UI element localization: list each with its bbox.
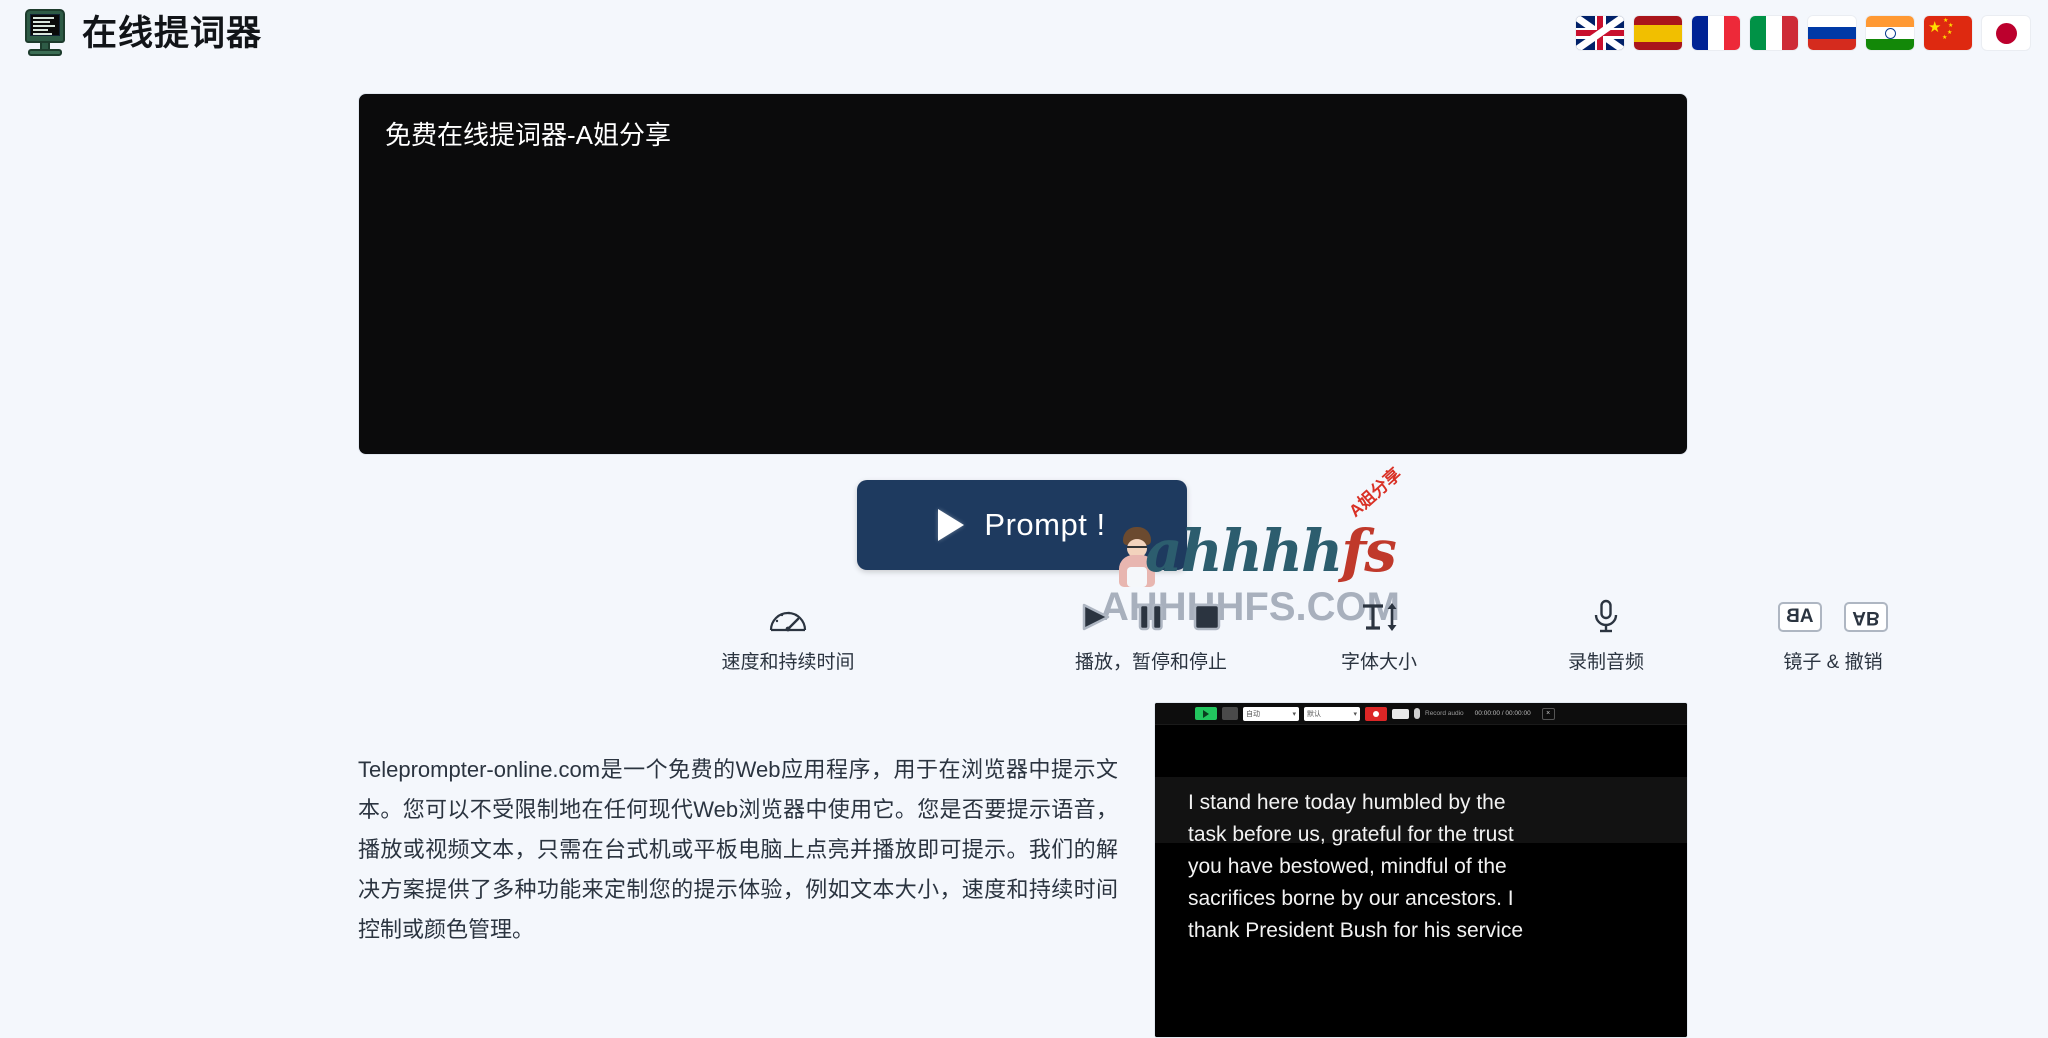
toolbar-group-record-audio: 录制音频 (1496, 595, 1716, 674)
video-select-1[interactable]: 自动 ▾ (1243, 706, 1299, 721)
video-line: task before us, grateful for the trust (1188, 822, 1514, 846)
toolbar-group-playback: 播放，暂停和停止 (1001, 595, 1301, 674)
toolbar-group-font-size: 字体大小 (1269, 595, 1489, 674)
microphone-icon[interactable] (1414, 708, 1420, 719)
mirror-vertical-icon[interactable]: AB (1844, 602, 1888, 632)
toolbar-caption-mirror-undo: 镜子 & 撤销 (1783, 652, 1883, 673)
mirror-horizontal-label: AB (1786, 606, 1814, 627)
flag-china[interactable]: ★ ★ ★ ★ ★ (1924, 16, 1972, 50)
play-icon (938, 509, 965, 541)
chevron-down-icon: ▾ (1292, 710, 1296, 718)
speedometer-icon[interactable] (768, 600, 808, 634)
play-icon[interactable] (1078, 600, 1112, 634)
video-line: I stand here today humbled by the (1188, 791, 1506, 814)
site-header: 在线提词器 ★ ★ ★ ★ ★ (0, 0, 2048, 66)
video-time-text: 00:00:00 / 00:00:00 (1474, 710, 1531, 717)
watermark-cn-tag: A姐分享 (1345, 464, 1406, 521)
record-icon[interactable] (1365, 706, 1387, 721)
video-select-2-value: 默认 (1307, 710, 1321, 718)
monitor-icon (22, 9, 68, 57)
video-preview-toolbar: 自动 ▾ 默认 ▾ Record audio 00:00:00 / 00:00:… (1155, 703, 1687, 725)
flag-uk[interactable] (1576, 16, 1624, 50)
toolbar-caption-playback: 播放，暂停和停止 (1074, 652, 1227, 673)
toolbar-group-speed: 速度和持续时间 (668, 595, 908, 674)
app-description: Teleprompter-online.com是一个免费的Web应用程序，用于在… (358, 757, 1118, 943)
video-preview-panel: 自动 ▾ 默认 ▾ Record audio 00:00:00 / 00:00:… (1154, 702, 1688, 1038)
flag-russia[interactable] (1808, 16, 1856, 50)
video-play-icon[interactable] (1195, 707, 1217, 720)
stop-icon[interactable] (1190, 600, 1224, 634)
video-select-2[interactable]: 默认 ▾ (1304, 706, 1360, 721)
mirror-vertical-label: AB (1852, 607, 1880, 628)
flag-france[interactable] (1692, 16, 1740, 50)
page-title: 在线提词器 (82, 13, 263, 53)
flag-japan[interactable] (1982, 16, 2030, 50)
chevron-down-icon: ▾ (1353, 710, 1357, 718)
microphone-icon[interactable] (1591, 598, 1621, 636)
flag-italy[interactable] (1750, 16, 1798, 50)
toolbar-group-mirror-undo: AB AB 镜子 & 撤销 (1703, 595, 1963, 674)
video-teleprompter-text: I stand here today humbled by the task b… (1188, 787, 1654, 947)
video-status-text: Record audio (1425, 710, 1464, 717)
watermark-part-2: fs (1341, 517, 1397, 585)
flag-spain[interactable] (1634, 16, 1682, 50)
language-flag-list: ★ ★ ★ ★ ★ (1576, 16, 2048, 50)
toolbar-caption-font-size: 字体大小 (1340, 652, 1417, 673)
prompt-button-label: Prompt ! (984, 507, 1106, 542)
toolbar-caption-speed: 速度和持续时间 (721, 652, 855, 673)
video-settings-icon[interactable] (1222, 707, 1238, 720)
mirror-horizontal-icon[interactable]: AB (1778, 602, 1822, 632)
video-line: thank President Bush for his service (1188, 918, 1523, 942)
close-icon[interactable]: × (1541, 707, 1555, 720)
video-line: you have bestowed, mindful of the (1188, 854, 1507, 878)
brand: 在线提词器 (0, 9, 262, 57)
font-size-icon[interactable] (1357, 599, 1401, 635)
pause-icon[interactable] (1134, 600, 1168, 634)
flag-india[interactable] (1866, 16, 1914, 50)
prompt-text-editor[interactable]: 免费在线提词器-A姐分享 (358, 93, 1688, 455)
video-line: sacrifices borne by our ancestors. I (1188, 886, 1514, 910)
video-preview-body: I stand here today humbled by the task b… (1155, 725, 1687, 1037)
video-select-1-value: 自动 (1246, 710, 1260, 718)
toolbar-caption-record-audio: 录制音频 (1567, 652, 1644, 673)
camera-icon[interactable] (1392, 708, 1409, 719)
control-toolbar: 速度和持续时间 播放，暂停和停止 字体大小 录制音频 AB AB 镜子 & 撤销 (358, 595, 1888, 685)
prompt-start-button[interactable]: Prompt ! (857, 480, 1187, 570)
